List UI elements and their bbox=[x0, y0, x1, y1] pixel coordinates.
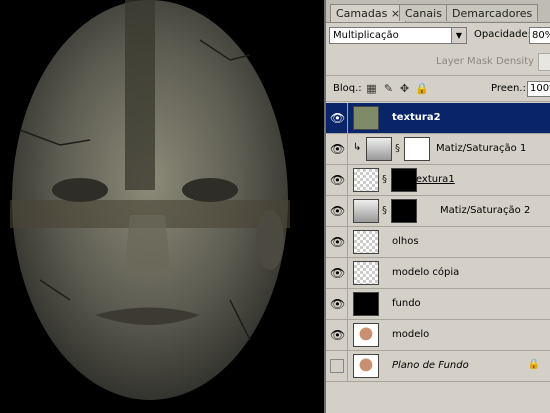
blend-mode-value: Multiplicação bbox=[333, 30, 399, 41]
eye-icon[interactable]: 👁 bbox=[330, 328, 345, 342]
fill-value: 100% bbox=[530, 83, 550, 94]
layer-name[interactable]: olhos bbox=[392, 236, 419, 247]
clipping-arrow-icon: ↳ bbox=[353, 142, 362, 153]
divider bbox=[347, 103, 348, 133]
tab-canais[interactable]: Canais bbox=[399, 4, 448, 21]
visibility-toggle[interactable] bbox=[330, 359, 344, 373]
divider bbox=[347, 134, 348, 164]
layer-name[interactable]: Plano de Fundo bbox=[392, 360, 469, 371]
adjustment-thumbnail bbox=[353, 199, 379, 223]
divider bbox=[326, 101, 550, 102]
tab-camadas[interactable]: Camadas × bbox=[330, 4, 407, 22]
divider bbox=[347, 320, 348, 350]
layer-row-textura1[interactable]: 👁 § textura1 bbox=[326, 165, 550, 196]
lock-transparency-icon[interactable]: ▦ bbox=[365, 82, 378, 95]
lock-all-icon[interactable]: 🔒 bbox=[415, 82, 429, 95]
lock-icon: 🔒 bbox=[527, 359, 540, 370]
layer-row-fundo[interactable]: 👁 fundo bbox=[326, 289, 550, 320]
layers-list: 👁 textura2 👁 ↳ § Matiz/Saturação 1 👁 § t… bbox=[326, 103, 550, 413]
layer-row-matiz-saturacao-2[interactable]: 👁 § Matiz/Saturação 2 bbox=[326, 196, 550, 227]
layer-row-modelo-copia[interactable]: 👁 modelo cópia bbox=[326, 258, 550, 289]
eye-icon[interactable]: 👁 bbox=[330, 297, 345, 311]
layer-name[interactable]: textura1 bbox=[412, 174, 455, 185]
layer-thumbnail bbox=[353, 168, 379, 192]
divider bbox=[347, 258, 348, 288]
layer-thumbnail bbox=[353, 106, 379, 130]
divider bbox=[347, 351, 348, 381]
layer-row-olhos[interactable]: 👁 olhos bbox=[326, 227, 550, 258]
chain-link-icon[interactable]: § bbox=[382, 174, 387, 185]
layer-row-modelo[interactable]: 👁 modelo bbox=[326, 320, 550, 351]
chevron-down-icon[interactable]: ▼ bbox=[451, 28, 466, 43]
eye-icon[interactable]: 👁 bbox=[330, 266, 345, 280]
layer-thumbnail bbox=[353, 354, 379, 378]
tab-label: Camadas bbox=[336, 7, 388, 20]
adjustment-thumbnail bbox=[366, 137, 392, 161]
layer-row-plano-de-fundo[interactable]: Plano de Fundo 🔒 bbox=[326, 351, 550, 382]
panel-tabs: Camadas × Canais Demarcadores bbox=[326, 0, 550, 23]
opacity-label: Opacidade: bbox=[474, 29, 531, 40]
eye-icon[interactable]: 👁 bbox=[330, 204, 345, 218]
fill-input[interactable]: 100% bbox=[527, 81, 550, 97]
layer-name[interactable]: Matiz/Saturação 1 bbox=[436, 143, 526, 154]
mask-thumbnail bbox=[391, 199, 417, 223]
opacity-input[interactable]: 80% bbox=[529, 27, 550, 44]
divider bbox=[326, 75, 550, 76]
layer-thumbnail bbox=[353, 230, 379, 254]
chain-link-icon[interactable]: § bbox=[382, 205, 387, 216]
eye-icon[interactable]: 👁 bbox=[330, 173, 345, 187]
mask-thumbnail bbox=[404, 137, 430, 161]
layer-name[interactable]: fundo bbox=[392, 298, 421, 309]
opacity-value: 80% bbox=[532, 30, 550, 41]
density-input bbox=[538, 53, 550, 71]
layer-thumbnail bbox=[353, 292, 379, 316]
divider bbox=[347, 196, 348, 226]
tab-label: Demarcadores bbox=[452, 7, 533, 20]
chain-link-icon[interactable]: § bbox=[395, 143, 400, 154]
layer-row-textura2[interactable]: 👁 textura2 bbox=[326, 103, 550, 134]
tab-label: Canais bbox=[405, 7, 442, 20]
layer-thumbnail bbox=[353, 261, 379, 285]
layer-name[interactable]: textura2 bbox=[392, 112, 441, 123]
fill-label: Preen.: bbox=[491, 83, 526, 94]
eye-icon[interactable]: 👁 bbox=[330, 142, 345, 156]
divider bbox=[347, 165, 348, 195]
layer-mask-density-label: Layer Mask Density bbox=[436, 56, 535, 67]
tab-demarcadores[interactable]: Demarcadores bbox=[446, 4, 539, 21]
face-image bbox=[0, 0, 324, 413]
eye-icon[interactable]: 👁 bbox=[330, 111, 345, 125]
document-canvas[interactable] bbox=[0, 0, 324, 413]
divider bbox=[347, 289, 348, 319]
layer-name[interactable]: modelo bbox=[392, 329, 429, 340]
blend-mode-select[interactable]: Multiplicação ▼ bbox=[329, 27, 467, 44]
layer-name[interactable]: Matiz/Saturação 2 bbox=[440, 205, 530, 216]
divider bbox=[347, 227, 348, 257]
layer-thumbnail bbox=[353, 323, 379, 347]
layer-row-matiz-saturacao-1[interactable]: 👁 ↳ § Matiz/Saturação 1 bbox=[326, 134, 550, 165]
eye-icon[interactable]: 👁 bbox=[330, 235, 345, 249]
lock-brush-icon[interactable]: ✎ bbox=[382, 82, 395, 95]
lock-move-icon[interactable]: ✥ bbox=[398, 82, 411, 95]
layer-name[interactable]: modelo cópia bbox=[392, 267, 459, 278]
lock-label: Bloq.: bbox=[333, 83, 362, 94]
layers-panel: Camadas × Canais Demarcadores Multiplica… bbox=[324, 0, 550, 413]
